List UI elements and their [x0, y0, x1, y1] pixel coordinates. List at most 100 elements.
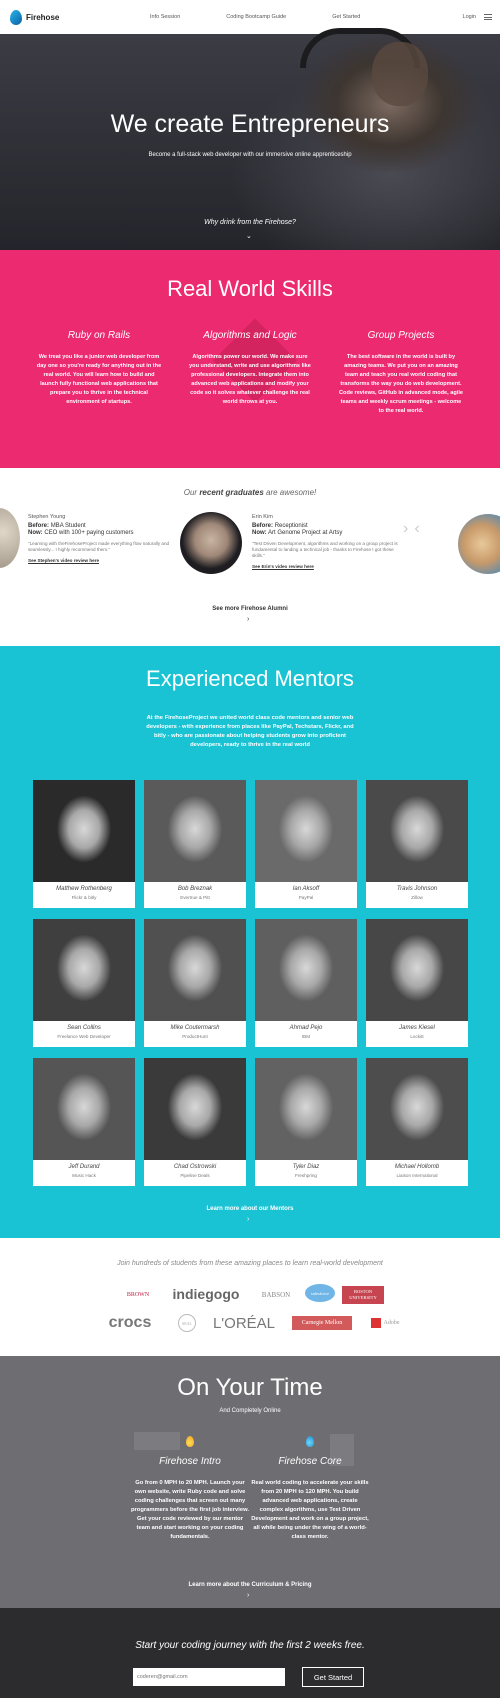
chevron-right-icon[interactable]: › — [247, 1216, 249, 1223]
skills-section: ◆ Real World Skills Ruby on Rails We tre… — [0, 250, 500, 472]
mentor-card[interactable]: Matthew Rothenberg Flickr & bitly — [33, 780, 135, 908]
adobe-icon — [370, 1318, 381, 1328]
nav-right: Login — [463, 14, 492, 20]
brand-name: Firehose — [26, 12, 60, 22]
skill-group-projects: Group Projects The best software in the … — [338, 330, 464, 416]
mentor-company: ProductHunt — [182, 1034, 208, 1039]
mentor-photo — [366, 919, 468, 1021]
chevron-down-icon[interactable]: ⌄ — [246, 232, 252, 240]
login-link[interactable]: Login — [463, 14, 476, 20]
mentor-card[interactable]: James Kiesel Lockitt — [366, 919, 468, 1047]
skill-text: The best software in the world is built … — [338, 354, 464, 414]
logo-carnegie-mellon: Carnegie Mellon — [292, 1316, 352, 1330]
get-started-button[interactable]: Get Started — [302, 1667, 364, 1687]
nav-link-info-session[interactable]: Info Session — [150, 14, 180, 20]
mentor-name: Jeff Durand — [68, 1164, 100, 1170]
mentor-card[interactable]: Sean Collins Freelance Web Developer — [33, 919, 135, 1047]
skills-title: Real World Skills — [167, 276, 333, 301]
skill-title: Algorithms and Logic — [203, 330, 297, 341]
mentor-name: Michael Hollomb — [394, 1164, 440, 1170]
mentor-card[interactable]: Bob Breznak Evertrue & Pitt — [144, 780, 246, 908]
nav-link-get-started[interactable]: Get Started — [332, 14, 360, 20]
logo-seal: SEAL — [178, 1314, 196, 1332]
more-alumni-link[interactable]: See more Firehose Alumni — [0, 606, 500, 612]
chevron-down-icon[interactable]: › — [247, 616, 249, 623]
mentor-photo — [366, 1058, 468, 1160]
tier-title: Firehose Intro — [159, 1456, 221, 1467]
partners-section: Join hundreds of students from these ama… — [0, 1238, 500, 1356]
graduate-card-erin: Erin Kim Before: Receptionist Now: Art G… — [252, 514, 398, 570]
mentor-company: Lockitt — [410, 1034, 424, 1039]
mentor-company: Freshpring — [295, 1173, 317, 1178]
decorative-graphic — [134, 1432, 180, 1450]
mentor-card[interactable]: Chad Ostrowski Pipeline Deals — [144, 1058, 246, 1186]
email-field[interactable] — [133, 1668, 285, 1686]
logo-babson: BABSON — [261, 1291, 291, 1299]
mentor-company: PayPal — [298, 895, 314, 900]
menu-icon[interactable] — [484, 14, 492, 20]
top-nav: Firehose Info Session Coding Bootcamp Gu… — [0, 0, 500, 34]
mentor-name: Ian Aksoff — [292, 886, 320, 892]
nav-link-bootcamp-guide[interactable]: Coding Bootcamp Guide — [226, 14, 286, 20]
graduate-quote: "Test Driven Development, algorithms and… — [252, 541, 398, 558]
time-subtitle: And Completely Online — [219, 1408, 281, 1414]
hero-section: We create Entrepreneurs Become a full-st… — [0, 28, 500, 250]
curriculum-pricing-link[interactable]: Learn more about the Curriculum & Pricin… — [0, 1582, 500, 1588]
mentor-name: Sean Collins — [67, 1025, 101, 1031]
mentor-card[interactable]: Mike Coutermarsh ProductHunt — [144, 919, 246, 1047]
mentor-card[interactable]: Jeff Durand Music Hack — [33, 1058, 135, 1186]
mentor-name: Matthew Rothenberg — [56, 886, 112, 892]
mentor-card[interactable]: Michael Hollomb Liaison International — [366, 1058, 468, 1186]
chevron-left-icon[interactable]: ‹ — [414, 520, 425, 537]
mentor-name: Travis Johnson — [396, 886, 438, 892]
graduates-section: Our recent graduates are awesome! Stephe… — [0, 468, 500, 646]
mentor-company: Freelance Web Developer — [57, 1034, 111, 1039]
graduate-video-link[interactable]: See Erin's video review here — [252, 563, 398, 570]
before-label: Before: — [252, 523, 274, 529]
hero-why-link[interactable]: Why drink from the Firehose? — [0, 219, 500, 226]
mentor-company: Liaison International — [396, 1173, 438, 1178]
firehose-core-column: Firehose Core Real world coding to accel… — [251, 1456, 369, 1542]
mentor-photo — [33, 780, 135, 882]
mentor-name: Ahmad Pejo — [289, 1025, 323, 1031]
time-title: On Your Time — [177, 1374, 323, 1401]
learn-mentors-link[interactable]: Learn more about our Mentors — [0, 1206, 500, 1212]
logo-crocs: crocs — [108, 1314, 152, 1331]
skill-algorithms: Algorithms and Logic Algorithms power ou… — [187, 330, 313, 407]
before-label: Before: — [28, 523, 50, 529]
mentor-card[interactable]: Ian Aksoff PayPal — [255, 780, 357, 908]
mentor-name: Mike Coutermarsh — [170, 1025, 220, 1031]
now-label: Now: — [252, 530, 267, 536]
avatar — [180, 512, 242, 574]
graduate-card-stephen: Stephen Young Before: MBA Student Now: C… — [28, 514, 174, 564]
hero-subtitle: Become a full-stack web developer with o… — [148, 152, 352, 158]
mentor-photo — [33, 1058, 135, 1160]
on-your-time-section: On Your Time And Completely Online Fireh… — [0, 1356, 500, 1608]
mentor-company: IBM — [301, 1034, 311, 1039]
mentor-card[interactable]: Tyler Diaz Freshpring — [255, 1058, 357, 1186]
mentor-company: Pipeline Deals — [180, 1173, 210, 1178]
logo-adobe-label: Adobe — [383, 1320, 400, 1326]
graduates-title: Our recent graduates are awesome! — [0, 488, 500, 497]
mentor-card[interactable]: Ahmad Pejo IBM — [255, 919, 357, 1047]
logo-boston-university: BOSTON UNIVERSITY — [342, 1286, 384, 1304]
mentor-company: Flickr & bitly — [71, 895, 97, 900]
firehose-logo-icon — [10, 9, 22, 25]
before-value: MBA Student — [50, 523, 86, 529]
flame-orange-icon — [186, 1436, 194, 1447]
nav-links: Info Session Coding Bootcamp Guide Get S… — [150, 14, 360, 20]
logo-brown: BROWN — [126, 1292, 150, 1298]
tier-text: Go from 0 MPH to 20 MPH. Launch your own… — [131, 1480, 250, 1540]
skill-title: Ruby on Rails — [67, 330, 131, 341]
logo-adobe: Adobe — [362, 1314, 408, 1332]
mentor-photo — [255, 1058, 357, 1160]
graduate-video-link[interactable]: See Stephen's video review here — [28, 557, 174, 564]
now-label: Now: — [28, 530, 43, 536]
chevron-right-icon[interactable]: › — [403, 520, 414, 537]
brand-logo[interactable]: Firehose — [10, 9, 60, 25]
tier-title: Firehose Core — [278, 1456, 342, 1467]
skill-title: Group Projects — [367, 330, 435, 341]
mentor-card[interactable]: Travis Johnson Zillow — [366, 780, 468, 908]
mentor-company: Zillow — [411, 895, 423, 900]
chevron-right-icon[interactable]: › — [247, 1592, 249, 1599]
